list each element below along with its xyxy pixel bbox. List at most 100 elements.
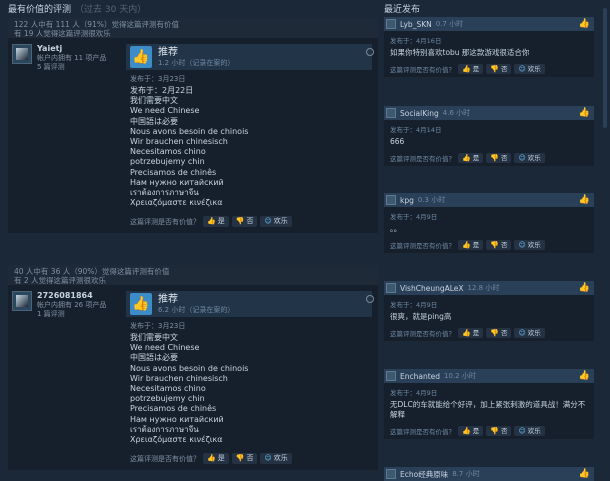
playtime: 1.2 小时（记录在案的） — [158, 58, 235, 67]
avatar[interactable] — [386, 371, 396, 381]
avatar[interactable] — [386, 108, 396, 118]
avatar[interactable] — [12, 291, 32, 311]
vote-funny-button[interactable]: ☺ 欢乐 — [260, 216, 292, 228]
review-verdict[interactable]: 👍 推荐 6.2 小时（记录在案的） — [126, 291, 374, 317]
avatar[interactable] — [386, 469, 396, 479]
thumbs-up-icon: 👍 — [130, 46, 152, 68]
thumbs-up-icon: 👍 — [462, 154, 471, 162]
vote-funny-button[interactable]: ☺ 欢乐 — [514, 153, 545, 163]
recent-review-header[interactable]: Lyb_SKN 0.7 小时 👍 — [384, 17, 594, 31]
verdict-label: 推荐 — [158, 293, 178, 305]
review-card: 40 人中有 36 人（90%）觉得这篇评测有价值 有 2 人觉得这篇评测很欢乐… — [8, 265, 378, 471]
avatar[interactable] — [386, 19, 396, 29]
vote-no-button[interactable]: 👎 否 — [486, 328, 512, 338]
thumbs-up-icon: 👍 — [207, 454, 216, 463]
posted-date: 发布于：4月14日 — [390, 126, 442, 134]
recent-review-card: SocialKing 4.6 小时 👍 发布于：4月14日 666 这篇评测是否… — [384, 106, 594, 166]
avatar[interactable] — [12, 44, 32, 64]
smile-icon: ☺ — [518, 154, 526, 162]
vote-row: 这篇评测是否有价值？ 👍 是 👎 否 ☺ 欢乐 — [390, 153, 588, 163]
smile-icon: ☺ — [264, 454, 272, 463]
vote-no-button[interactable]: 👎 否 — [231, 453, 258, 465]
thumbs-up-icon: 👍 — [462, 241, 471, 249]
smile-icon: ☺ — [518, 65, 526, 73]
vote-funny-button[interactable]: ☺ 欢乐 — [514, 328, 545, 338]
review-text: 发布于：2月22日 我们需要中文 We need Chinese 中国語は必要 … — [130, 86, 249, 208]
thumbs-up-icon: 👍 — [578, 283, 590, 293]
review-text: 如果你特别喜欢tobu 那这款游戏很适合你 — [390, 48, 530, 57]
scrollbar[interactable] — [601, 0, 609, 481]
vote-yes-button[interactable]: 👍 是 — [458, 240, 484, 250]
author-name[interactable]: SocialKing — [400, 109, 439, 118]
review-author[interactable]: Yaietj 帐户内拥有 11 项产品 5 篇评测 — [12, 44, 130, 227]
vote-yes-button[interactable]: 👍 是 — [458, 328, 484, 338]
recent-review-header[interactable]: SocialKing 4.6 小时 👍 — [384, 106, 594, 120]
vote-yes-button[interactable]: 👍 是 — [203, 453, 229, 465]
review-text: 。。 — [390, 224, 402, 233]
author-name[interactable]: Lyb_SKN — [400, 20, 432, 29]
smile-icon: ☺ — [518, 427, 526, 435]
author-products: 帐户内拥有 11 项产品 — [37, 54, 107, 62]
vote-yes-button[interactable]: 👍 是 — [458, 153, 484, 163]
posted-date: 发布于：4月16日 — [390, 37, 442, 45]
steam-icon — [366, 48, 374, 56]
recent-review-header[interactable]: kpg 0.3 小时 👍 — [384, 193, 594, 207]
review-text: 无DLC的车就能给个好评，加上紧张刺激的道具战！满分不解释 — [390, 400, 586, 419]
playtime: 4.6 小时 — [442, 109, 471, 117]
helpful-summary: 40 人中有 36 人（90%）觉得这篇评测有价值 有 2 人觉得这篇评测很欢乐 — [8, 265, 378, 285]
posted-date: 发布于：3月23日 — [130, 322, 186, 330]
playtime: 0.3 小时 — [417, 196, 446, 204]
thumbs-up-icon: 👍 — [578, 469, 590, 479]
thumbs-down-icon: 👎 — [490, 241, 499, 249]
recent-review-card: Lyb_SKN 0.7 小时 👍 发布于：4月16日 如果你特别喜欢tobu 那… — [384, 17, 594, 77]
vote-no-button[interactable]: 👎 否 — [231, 216, 258, 228]
playtime: 10.2 小时 — [444, 372, 476, 380]
recent-review-card: Echo经典原味 8.7 小时 👍 — [384, 467, 594, 481]
vote-no-button[interactable]: 👎 否 — [486, 64, 512, 74]
thumbs-down-icon: 👎 — [235, 454, 245, 463]
vote-no-button[interactable]: 👎 否 — [486, 426, 512, 436]
vote-funny-button[interactable]: ☺ 欢乐 — [514, 64, 545, 74]
vote-no-button[interactable]: 👎 否 — [486, 153, 512, 163]
vote-row: 这篇评测是否有价值？ 👍 是 👎 否 ☺ 欢乐 — [390, 426, 588, 436]
posted-date: 发布于：4月9日 — [390, 301, 438, 309]
author-products: 帐户内拥有 26 项产品 — [37, 301, 107, 309]
thumbs-down-icon: 👎 — [490, 65, 499, 73]
playtime: 0.7 小时 — [435, 20, 464, 28]
vote-funny-button[interactable]: ☺ 欢乐 — [514, 240, 545, 250]
author-name[interactable]: VishCheungALeX — [400, 284, 464, 293]
review-text: 我们需要中文 We need Chinese 中国語は必要 Nous avons… — [130, 333, 249, 445]
thumbs-up-icon: 👍 — [578, 371, 590, 381]
recent-review-header[interactable]: VishCheungALeX 12.8 小时 👍 — [384, 281, 594, 295]
vote-funny-button[interactable]: ☺ 欢乐 — [514, 426, 545, 436]
recent-section: 最近发布 — [384, 4, 594, 16]
vote-funny-button[interactable]: ☺ 欢乐 — [260, 453, 292, 465]
recent-review-header[interactable]: Echo经典原味 8.7 小时 👍 — [384, 467, 594, 481]
scrollbar-thumb[interactable] — [603, 8, 607, 128]
author-name[interactable]: Yaietj — [37, 44, 106, 54]
thumbs-up-icon: 👍 — [578, 195, 590, 205]
playtime: 12.8 小时 — [467, 284, 500, 292]
review-text: 666 — [390, 137, 405, 146]
avatar[interactable] — [386, 195, 396, 205]
author-name[interactable]: Echo经典原味 — [400, 469, 448, 480]
vote-yes-button[interactable]: 👍 是 — [203, 216, 229, 228]
vote-yes-button[interactable]: 👍 是 — [458, 64, 484, 74]
author-name[interactable]: 2726081864 — [37, 291, 106, 301]
vote-yes-button[interactable]: 👍 是 — [458, 426, 484, 436]
recent-review-card: VishCheungALeX 12.8 小时 👍 发布于：4月9日 很爽，就是p… — [384, 281, 594, 341]
review-text: 很爽，就是ping高 — [390, 312, 452, 321]
thumbs-down-icon: 👎 — [235, 217, 245, 226]
review-author[interactable]: 2726081864 帐户内拥有 26 项产品 1 篇评测 — [12, 291, 130, 464]
author-reviews[interactable]: 1 篇评测 — [37, 310, 106, 319]
thumbs-up-icon: 👍 — [578, 108, 590, 118]
avatar[interactable] — [386, 283, 396, 293]
vote-no-button[interactable]: 👎 否 — [486, 240, 512, 250]
thumbs-down-icon: 👎 — [490, 427, 499, 435]
recent-review-header[interactable]: Enchanted 10.2 小时 👍 — [384, 369, 594, 383]
review-verdict[interactable]: 👍 推荐 1.2 小时（记录在案的） — [126, 44, 374, 70]
author-reviews[interactable]: 5 篇评测 — [37, 63, 106, 72]
author-name[interactable]: kpg — [400, 196, 414, 205]
author-name[interactable]: Enchanted — [400, 372, 440, 381]
thumbs-up-icon: 👍 — [578, 19, 590, 29]
